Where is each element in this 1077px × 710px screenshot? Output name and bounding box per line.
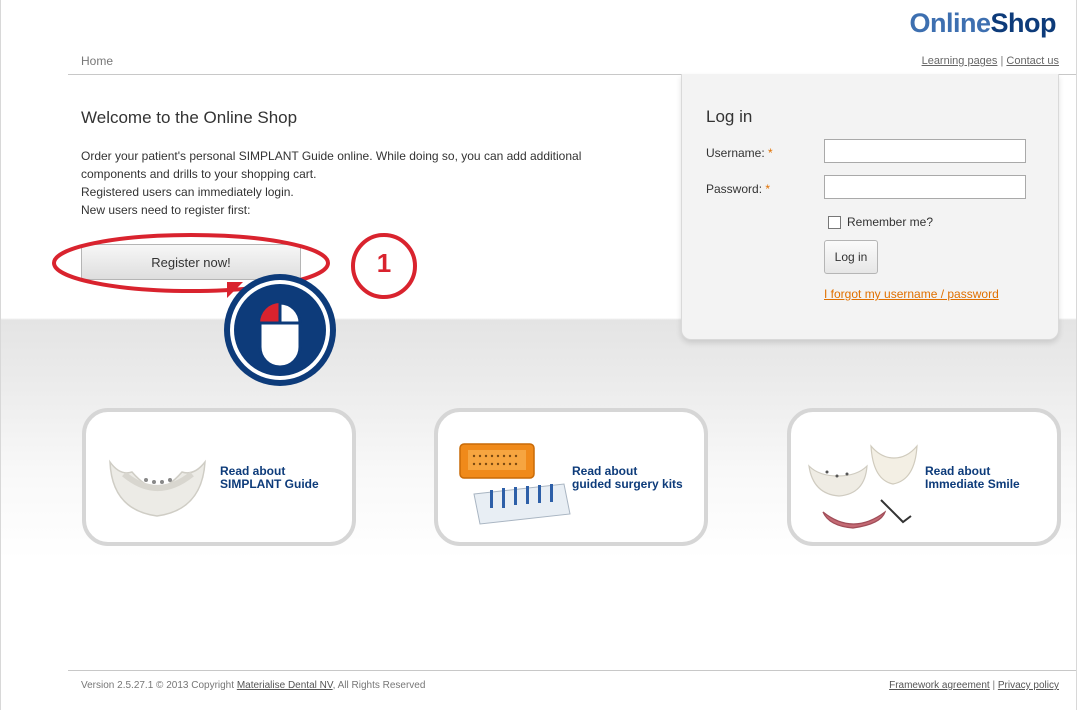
intro-line-2: components and drills to your shopping c… [81,167,317,181]
username-input[interactable] [824,139,1026,163]
remember-me-row: Remember me? [828,215,933,229]
intro-text: Order your patient's personal SIMPLANT G… [81,147,621,219]
forgot-credentials-link[interactable]: I forgot my username / password [824,287,999,301]
password-label-text: Password: [706,182,763,196]
username-label-text: Username: [706,146,765,160]
card-title: Read about guided surgery kits [572,465,702,491]
username-required-mark: * [768,146,773,160]
footer-copyright: Version 2.5.27.1 © 2013 Copyright Materi… [81,680,425,691]
password-input[interactable] [824,175,1026,199]
surgery-kit-image [459,443,571,525]
remember-me-label[interactable]: Remember me? [847,215,933,229]
immediate-smile-image [808,444,918,529]
intro-line-3: Registered users can immediately login. [81,185,294,199]
login-title: Log in [706,107,753,126]
login-panel: Log in Username: * Password: * Remember … [681,74,1059,340]
brand-part-1: Online [909,8,991,38]
footer-version-text: Version 2.5.27.1 © 2013 Copyright [81,680,235,691]
login-button[interactable]: Log in [824,240,878,274]
top-links: Learning pages | Contact us [922,55,1059,67]
brand-logo[interactable]: OnlineShop [909,8,1056,39]
framework-agreement-link[interactable]: Framework agreement [889,680,990,691]
welcome-title: Welcome to the Online Shop [81,108,298,127]
brand-part-2: Shop [990,8,1057,38]
page: OnlineShop Home Learning pages | Contact… [0,0,1077,710]
privacy-policy-link[interactable]: Privacy policy [998,680,1059,691]
contact-us-link[interactable]: Contact us [1006,55,1059,67]
simplant-guide-image [109,459,206,517]
password-label: Password: * [706,182,770,196]
footer-links-separator: | [992,680,996,691]
step-number: 1 [376,248,392,278]
card-title: Read about SIMPLANT Guide [220,465,350,491]
intro-line-4: New users need to register first: [81,203,251,217]
top-links-separator: | [1000,55,1004,67]
company-link[interactable]: Materialise Dental NV [237,680,333,691]
password-required-mark: * [765,182,771,196]
card-title-line-2: guided surgery kits [572,477,683,491]
card-immediate-smile[interactable]: Read about Immediate Smile [787,408,1061,546]
card-title-line-2: Immediate Smile [925,477,1020,491]
card-guided-surgery-kits[interactable]: Read about guided surgery kits [434,408,708,546]
mouse-callout-icon [224,274,336,386]
footer-rights-text: , All Rights Reserved [332,680,426,691]
intro-line-1: Order your patient's personal SIMPLANT G… [81,149,582,163]
register-now-button[interactable]: Register now! [81,244,301,280]
card-title: Read about Immediate Smile [925,465,1055,491]
footer-divider [68,670,1076,671]
card-title-line-2: SIMPLANT Guide [220,477,319,491]
username-label: Username: * [706,146,773,160]
learning-pages-link[interactable]: Learning pages [922,55,998,67]
card-simplant-guide[interactable]: Read about SIMPLANT Guide [82,408,356,546]
nav-home-link[interactable]: Home [81,54,113,68]
footer-links: Framework agreement | Privacy policy [889,680,1059,691]
remember-me-checkbox[interactable] [828,215,841,229]
